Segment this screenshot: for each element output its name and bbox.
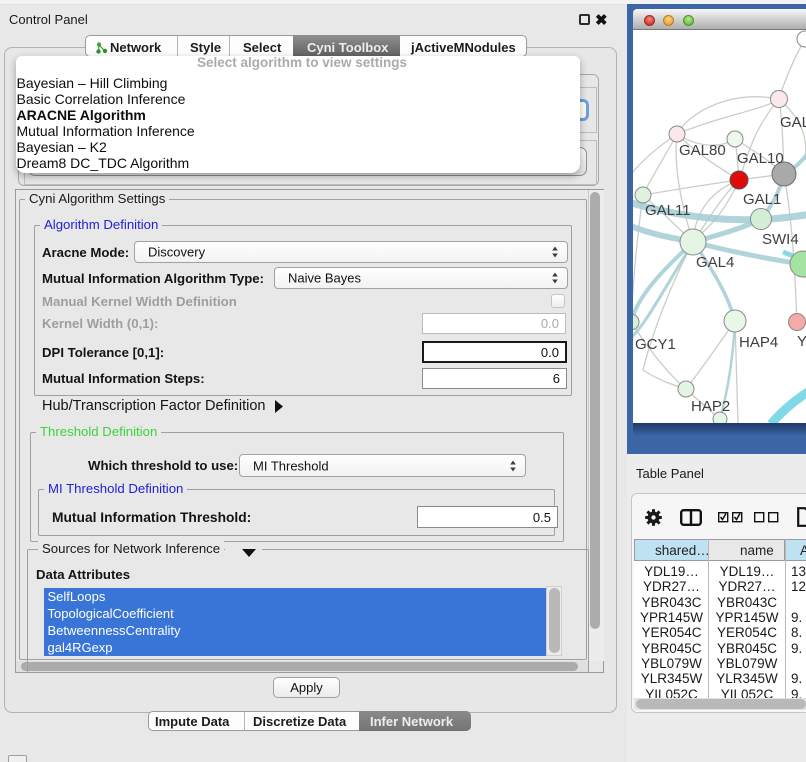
svg-text:GAL11: GAL11 (645, 202, 691, 219)
svg-text:Y: Y (797, 333, 806, 350)
svg-text:GAL80: GAL80 (679, 142, 726, 159)
svg-text:SWI4: SWI4 (762, 231, 799, 248)
svg-text:GCY1: GCY1 (635, 336, 676, 353)
svg-text:GAL: GAL (780, 114, 806, 131)
svg-text:HAP2: HAP2 (691, 398, 730, 415)
svg-text:GAL10: GAL10 (737, 150, 784, 167)
svg-text:GAL4: GAL4 (696, 254, 734, 271)
svg-text:HAP4: HAP4 (739, 334, 778, 351)
svg-text:GAL1: GAL1 (743, 191, 781, 208)
